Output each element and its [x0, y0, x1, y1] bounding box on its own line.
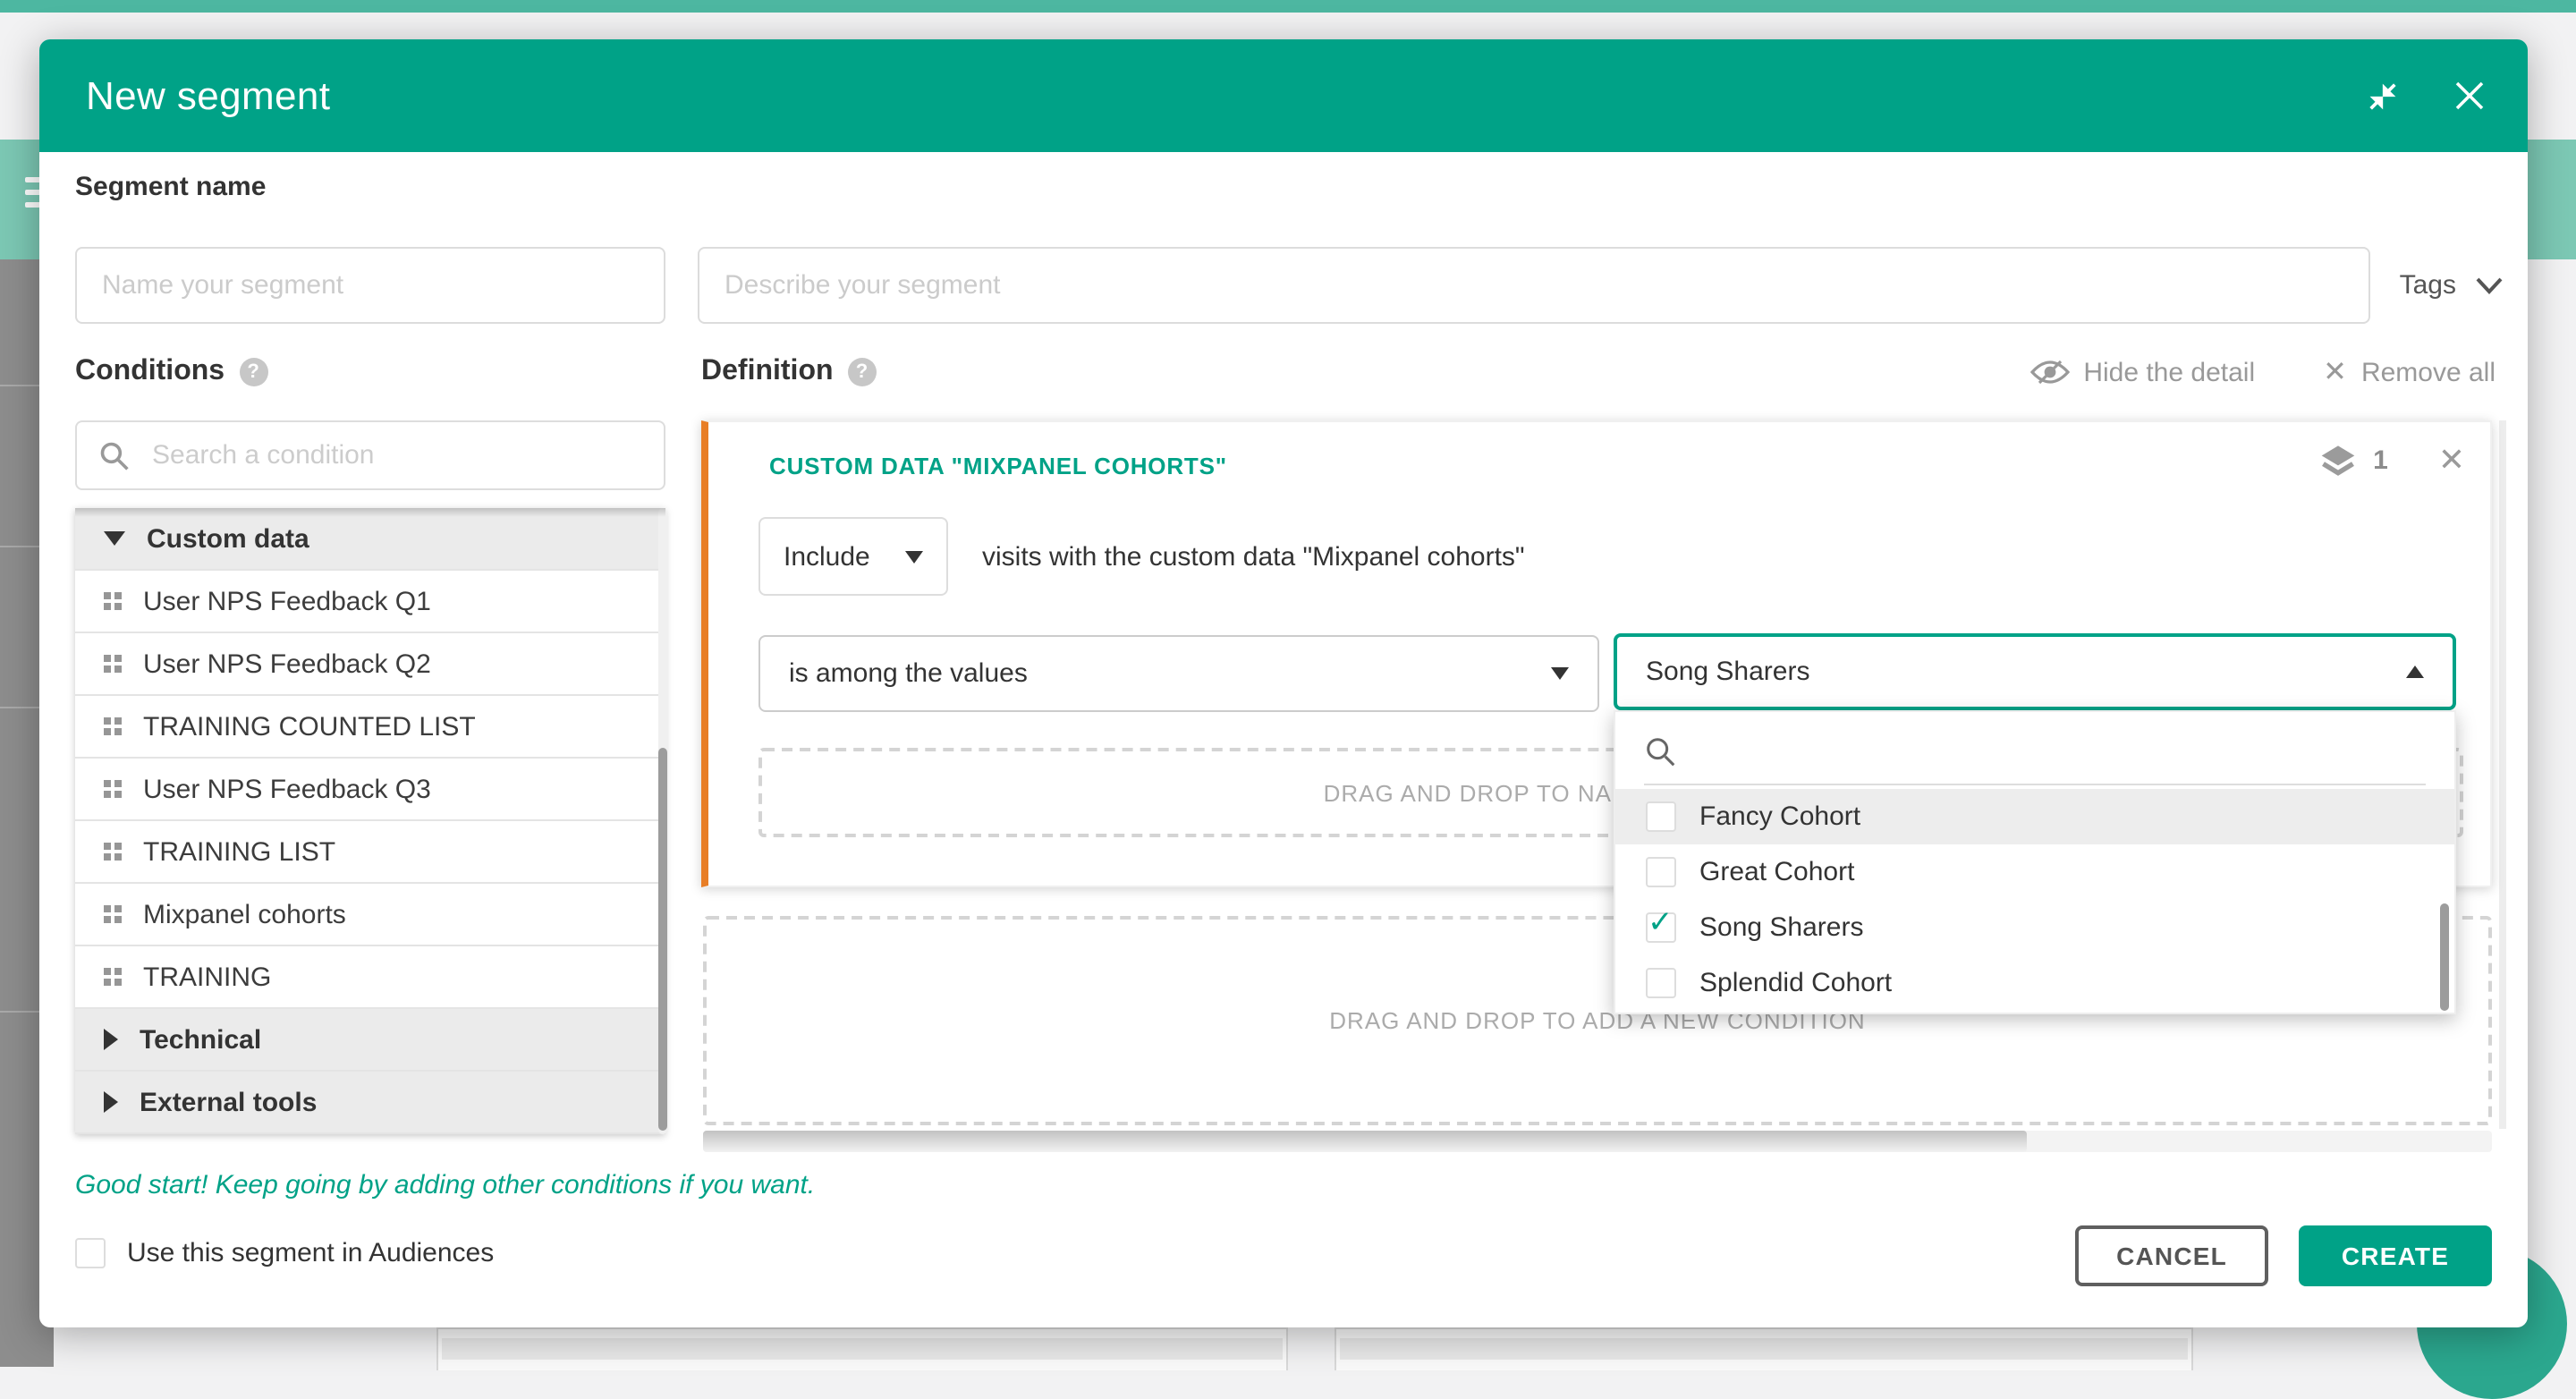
progress-hint: Good start! Keep going by adding other c… [75, 1170, 815, 1200]
layer-count: 1 [2373, 445, 2388, 475]
drag-handle-icon [104, 843, 122, 861]
remove-all-icon[interactable]: ✕ [2323, 354, 2347, 390]
drag-handle-icon [104, 780, 122, 798]
tags-label: Tags [2400, 270, 2456, 301]
condition-item-label: TRAINING COUNTED LIST [143, 711, 476, 742]
definition-scroll-track [2499, 420, 2506, 1129]
condition-item-label: TRAINING LIST [143, 836, 335, 867]
condition-item[interactable]: TRAINING LIST [75, 821, 665, 884]
condition-group-technical[interactable]: Technical [75, 1009, 665, 1072]
condition-item[interactable]: Mixpanel cohorts [75, 884, 665, 946]
group-label: External tools [140, 1087, 317, 1117]
option-fancy-cohort[interactable]: Fancy Cohort [1615, 789, 2454, 844]
definition-help-icon[interactable]: ? [848, 358, 877, 386]
create-button[interactable]: CREATE [2299, 1225, 2492, 1286]
remove-all-button[interactable]: Remove all [2361, 357, 2496, 387]
operator-label: is among the values [789, 658, 1028, 689]
tags-dropdown[interactable]: Tags [2400, 247, 2503, 324]
condition-item[interactable]: User NPS Feedback Q1 [75, 571, 665, 633]
segment-name-input[interactable] [75, 247, 665, 324]
conditions-help-icon[interactable]: ? [239, 358, 267, 386]
hide-detail-icon[interactable] [2029, 358, 2069, 386]
group-label: Technical [140, 1024, 261, 1055]
include-label: Include [784, 541, 870, 572]
triangle-down-icon [104, 531, 125, 546]
drag-handle-icon [104, 655, 122, 673]
condition-item[interactable]: TRAINING COUNTED LIST [75, 696, 665, 759]
horizontal-scrollbar[interactable] [703, 1131, 2492, 1152]
remove-condition-icon[interactable]: ✕ [2438, 444, 2465, 476]
option-splendid-cohort[interactable]: Splendid Cohort [1615, 955, 2454, 1011]
condition-item[interactable]: TRAINING [75, 946, 665, 1009]
option-label: Splendid Cohort [1699, 968, 1892, 998]
option-label: Song Sharers [1699, 912, 1863, 943]
drag-handle-icon [104, 905, 122, 923]
top-accent-strip [0, 0, 2576, 13]
segment-description-input[interactable] [698, 247, 2370, 324]
value-dropdown-panel: Fancy Cohort Great Cohort ✓ Song Sharers… [1614, 710, 2456, 1014]
caret-down-icon [1551, 667, 1569, 680]
condition-list: Custom data User NPS Feedback Q1 User NP… [75, 508, 665, 1134]
option-label: Great Cohort [1699, 857, 1854, 887]
condition-group-external-tools[interactable]: External tools [75, 1072, 665, 1134]
collapse-icon[interactable] [2363, 76, 2402, 115]
caret-down-icon [905, 550, 923, 563]
modal-header: New segment [39, 39, 2528, 152]
condition-search [75, 420, 665, 490]
conditions-scrollbar[interactable] [658, 508, 667, 1134]
condition-item-label: TRAINING [143, 962, 271, 992]
dropdown-search[interactable] [1644, 726, 2426, 776]
dropdown-scrollbar[interactable] [2440, 903, 2449, 1011]
checkbox-unchecked[interactable] [1646, 968, 1676, 998]
new-segment-modal: New segment Segment name [39, 39, 2528, 1327]
condition-card-title: CUSTOM DATA "MIXPANEL COHORTS" [769, 453, 1227, 479]
option-song-sharers[interactable]: ✓ Song Sharers [1615, 900, 2454, 955]
conditions-section-header: Conditions ? [75, 354, 267, 390]
hide-detail-button[interactable]: Hide the detail [2083, 357, 2255, 387]
condition-item-label: User NPS Feedback Q1 [143, 586, 431, 616]
option-great-cohort[interactable]: Great Cohort [1615, 844, 2454, 900]
close-icon[interactable] [2449, 76, 2488, 115]
condition-item-label: User NPS Feedback Q3 [143, 774, 431, 804]
definition-label: Definition [701, 356, 834, 388]
triangle-right-icon [104, 1029, 118, 1050]
condition-search-input[interactable] [148, 438, 642, 472]
value-label: Song Sharers [1646, 657, 1809, 687]
audiences-checkbox[interactable] [75, 1238, 106, 1268]
triangle-right-icon [104, 1091, 118, 1113]
caret-up-icon [2406, 666, 2424, 678]
segment-name-label: Segment name [75, 172, 266, 202]
include-dropdown[interactable]: Include [758, 517, 948, 596]
condition-item[interactable]: User NPS Feedback Q3 [75, 759, 665, 821]
condition-item-label: Mixpanel cohorts [143, 899, 346, 929]
condition-item-label: User NPS Feedback Q2 [143, 649, 431, 679]
drag-handle-icon [104, 968, 122, 986]
background-content [54, 1327, 2576, 1367]
drag-handle-icon [104, 717, 122, 735]
operator-dropdown[interactable]: is among the values [758, 635, 1599, 712]
chevron-down-icon [2476, 276, 2503, 294]
condition-item[interactable]: User NPS Feedback Q2 [75, 633, 665, 696]
value-dropdown[interactable]: Song Sharers [1614, 633, 2456, 710]
conditions-label: Conditions [75, 356, 225, 388]
checkbox-unchecked[interactable] [1646, 857, 1676, 887]
cancel-button[interactable]: CANCEL [2075, 1225, 2268, 1286]
check-icon: ✓ [1648, 905, 1674, 941]
group-label: Custom data [147, 523, 309, 554]
option-label: Fancy Cohort [1699, 801, 1860, 832]
layers-icon [2318, 444, 2357, 476]
search-icon [1644, 734, 1678, 768]
condition-sentence: visits with the custom data "Mixpanel co… [982, 517, 1525, 596]
definition-section-header: Definition ? [701, 354, 877, 390]
modal-title: New segment [86, 72, 330, 119]
divider [1644, 784, 2426, 785]
drag-handle-icon [104, 592, 122, 610]
condition-group-custom-data[interactable]: Custom data [75, 508, 665, 571]
screen: New segment Segment name [0, 0, 2576, 1367]
checkbox-unchecked[interactable] [1646, 801, 1676, 832]
audiences-label: Use this segment in Audiences [127, 1238, 494, 1268]
search-icon [98, 439, 131, 471]
